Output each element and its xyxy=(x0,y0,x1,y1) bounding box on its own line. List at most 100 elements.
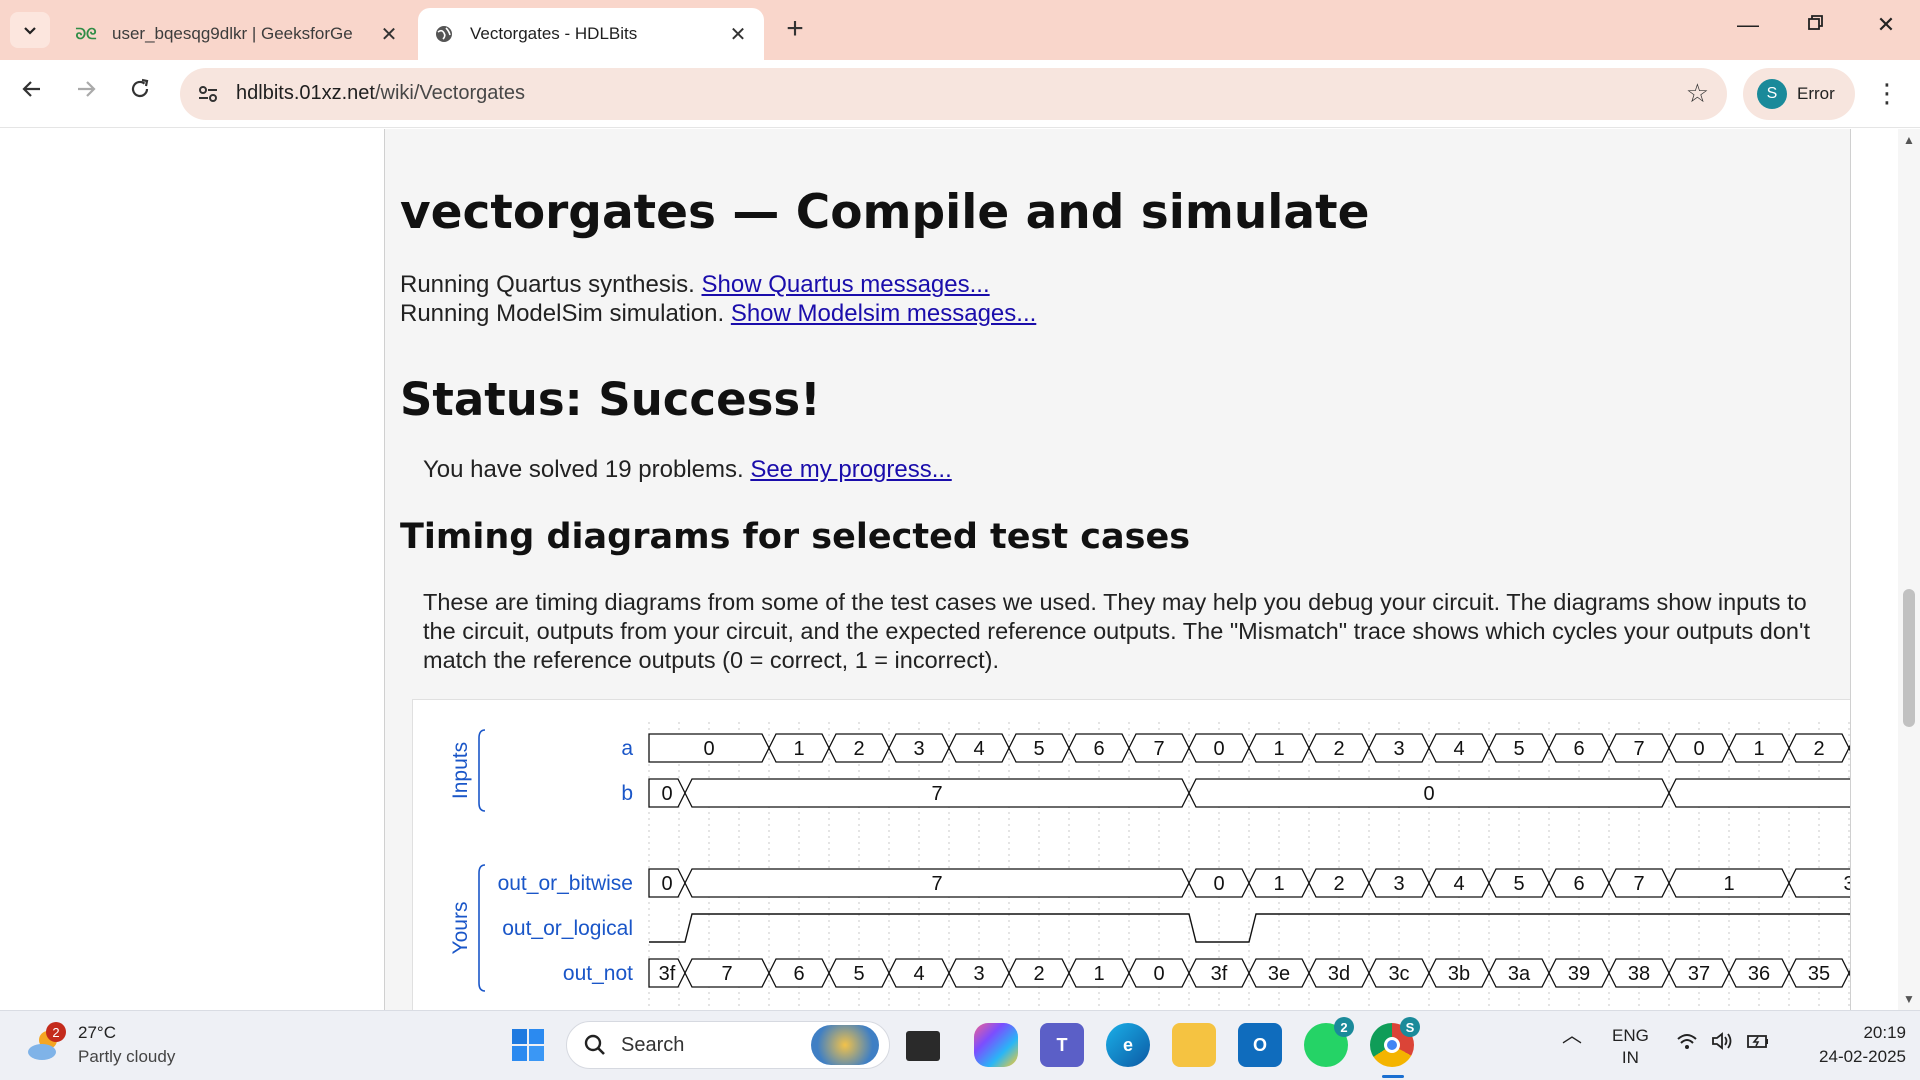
group-label-yours: Yours xyxy=(449,902,472,955)
bus-value-label: 3f xyxy=(659,963,676,985)
bus-value-label: 0 xyxy=(1213,738,1224,760)
show-modelsim-messages-link[interactable]: Show Modelsim messages... xyxy=(731,300,1036,327)
scroll-up-icon[interactable]: ▲ xyxy=(1898,133,1920,147)
show-quartus-messages-link[interactable]: Show Quartus messages... xyxy=(702,271,990,298)
bus-value-label: 7 xyxy=(1633,873,1644,895)
modelsim-line: Running ModelSim simulation. Show Models… xyxy=(400,300,1036,328)
outlook-icon[interactable]: O xyxy=(1238,1023,1282,1067)
bus-value-label: 0 xyxy=(1423,783,1434,805)
profile-button[interactable]: S Error xyxy=(1743,68,1855,120)
group-label-inputs: Inputs xyxy=(449,742,472,799)
bus-value-label: 1 xyxy=(1093,963,1104,985)
bus-value-label: 3 xyxy=(1393,738,1404,760)
url-host: hdlbits.01xz.net xyxy=(236,82,375,104)
restore-icon[interactable] xyxy=(1796,12,1836,38)
tab-hdlbits[interactable]: Vectorgates - HDLBits ✕ xyxy=(418,8,764,60)
see-my-progress-link[interactable]: See my progress... xyxy=(750,456,951,483)
task-view-icon[interactable] xyxy=(906,1031,940,1061)
forward-icon[interactable] xyxy=(68,76,104,112)
close-window-icon[interactable]: ✕ xyxy=(1866,12,1906,38)
file-explorer-icon[interactable] xyxy=(1172,1023,1216,1067)
chevron-up-icon[interactable]: ︿ xyxy=(1562,1025,1582,1047)
windows-start-icon[interactable] xyxy=(506,1023,550,1067)
scroll-down-icon[interactable]: ▼ xyxy=(1898,992,1920,1006)
bus-value-label: 5 xyxy=(1513,738,1524,760)
address-bar[interactable]: hdlbits.01xz.net/wiki/Vectorgates ☆ xyxy=(180,68,1727,120)
bus-value-label: 3 xyxy=(913,738,924,760)
timing-diagram: Inputs Yours a b out_or_bitwise out_or_logica… xyxy=(412,699,1850,1010)
timing-description: These are timing diagrams from some of t… xyxy=(423,589,1811,673)
bus-value-label: 3e xyxy=(1268,963,1290,985)
weather-widget[interactable]: 2 27°C Partly cloudy xyxy=(24,1021,175,1069)
bus-value-label: 2 xyxy=(1033,963,1044,985)
bus-value-label: 6 xyxy=(1093,738,1104,760)
globe-icon xyxy=(432,24,456,44)
weather-temperature: 27°C xyxy=(78,1023,116,1042)
windows-taskbar: 2 27°C Partly cloudy Search T e O 2 S ︿ … xyxy=(0,1010,1920,1080)
close-icon[interactable]: ✕ xyxy=(726,22,750,47)
bus-value-label: 1 xyxy=(1273,738,1284,760)
language-indicator[interactable]: ENG IN xyxy=(1612,1025,1649,1069)
chrome-icon[interactable]: S xyxy=(1370,1017,1420,1067)
bus-value-label: 0 xyxy=(661,783,672,805)
tab-geeksforgeeks[interactable]: ᘐᘓ user_bqesqg9dlkr | GeeksforGe ✕ xyxy=(60,8,415,60)
whatsapp-badge: 2 xyxy=(1334,1017,1354,1037)
back-icon[interactable] xyxy=(14,76,50,112)
scrollbar-thumb[interactable] xyxy=(1903,589,1915,727)
volume-icon[interactable] xyxy=(1710,1031,1734,1057)
bus-value-label: 1 xyxy=(1273,873,1284,895)
close-icon[interactable]: ✕ xyxy=(377,22,401,47)
bus-value-label: 5 xyxy=(1513,873,1524,895)
tab-title: user_bqesqg9dlkr | GeeksforGe xyxy=(112,24,353,43)
search-icon xyxy=(584,1034,605,1055)
tab-search-button[interactable] xyxy=(10,12,50,48)
avatar: S xyxy=(1757,79,1787,109)
bus-value-label: 36 xyxy=(1748,963,1770,985)
bus-value-label: 2 xyxy=(853,738,864,760)
reload-icon[interactable] xyxy=(122,76,158,112)
signal-name-a: a xyxy=(621,737,633,760)
bus-value-label: 6 xyxy=(793,963,804,985)
tab-title: Vectorgates - HDLBits xyxy=(470,24,638,43)
bus-value-label: 0 xyxy=(661,873,672,895)
wifi-icon[interactable] xyxy=(1676,1033,1698,1057)
bus-value-label: 2 xyxy=(1813,738,1824,760)
page-scrollbar[interactable]: ▲ ▼ xyxy=(1898,129,1920,1010)
bus-value-label: 7 xyxy=(931,783,942,805)
bus-value-label: 0 xyxy=(1693,738,1704,760)
copilot-icon[interactable] xyxy=(974,1023,1018,1067)
bus-value-label: 37 xyxy=(1688,963,1710,985)
bus-value-label: 3 xyxy=(1393,873,1404,895)
bus-value-label: 4 xyxy=(1453,738,1464,760)
bus-value-label: 7 xyxy=(721,963,732,985)
chevron-down-icon xyxy=(24,27,36,35)
bus-segment-b xyxy=(1668,778,1850,808)
bus-value-label: 0 xyxy=(1213,873,1224,895)
battery-icon[interactable] xyxy=(1746,1031,1770,1057)
system-clock[interactable]: 20:19 24-02-2025 xyxy=(1790,1021,1906,1069)
taskbar-search[interactable]: Search xyxy=(566,1021,890,1069)
whatsapp-icon[interactable]: 2 xyxy=(1304,1017,1354,1067)
more-menu-icon[interactable]: ⋮ xyxy=(1874,78,1900,109)
bus-value-label: 4 xyxy=(973,738,984,760)
url-text: hdlbits.01xz.net/wiki/Vectorgates xyxy=(236,82,525,105)
language-line1: ENG xyxy=(1612,1026,1649,1045)
bus-value-label: 7 xyxy=(1153,738,1164,760)
status-heading: Status: Success! xyxy=(400,373,821,426)
quartus-line: Running Quartus synthesis. Show Quartus … xyxy=(400,271,990,299)
group-bracket xyxy=(478,864,486,992)
bus-value-label: 2 xyxy=(1333,873,1344,895)
bus-value-label: 0 xyxy=(1153,963,1164,985)
page-viewport: vectorgates — Compile and simulate Runni… xyxy=(0,129,1898,1010)
bookmark-star-icon[interactable]: ☆ xyxy=(1686,78,1709,109)
teams-icon[interactable]: T xyxy=(1040,1023,1084,1067)
page-title: vectorgates — Compile and simulate xyxy=(400,185,1370,240)
site-settings-icon[interactable] xyxy=(196,82,222,106)
quartus-text: Running Quartus synthesis. xyxy=(400,271,702,298)
profile-status: Error xyxy=(1797,84,1835,103)
partly-cloudy-icon: 2 xyxy=(24,1022,66,1066)
minimize-icon[interactable]: — xyxy=(1728,12,1768,38)
edge-icon[interactable]: e xyxy=(1106,1023,1150,1067)
bus-segment-a xyxy=(1848,744,1850,752)
new-tab-button[interactable]: + xyxy=(780,12,810,46)
